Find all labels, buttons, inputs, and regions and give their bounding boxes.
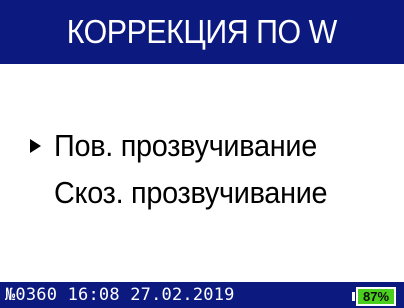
selection-cursor-icon: [30, 138, 41, 153]
battery-icon: 87%: [352, 287, 396, 306]
status-bar: №0360 16:08 27.02.2019 87%: [0, 282, 404, 308]
battery-nub: [352, 292, 355, 301]
menu-item-label: Пов. прозвучивание: [54, 127, 317, 163]
battery-level-label: 87%: [362, 289, 390, 304]
menu-item-label: Скоз. прозвучивание: [54, 174, 328, 210]
device-screen: КОРРЕКЦИЯ ПО W Пов. прозвучивание Скоз. …: [0, 0, 404, 308]
status-info: №0360 16:08 27.02.2019: [5, 285, 235, 305]
page-title: КОРРЕКЦИЯ ПО W: [66, 13, 338, 50]
header-bar: КОРРЕКЦИЯ ПО W: [0, 0, 404, 64]
